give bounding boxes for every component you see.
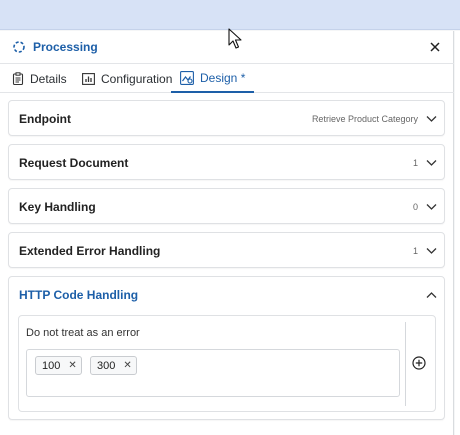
section-request-document: Request Document 1 bbox=[8, 144, 445, 180]
token-300: 300 ✕ bbox=[90, 356, 137, 375]
tab-configuration-label: Configuration bbox=[101, 71, 173, 86]
section-endpoint-header[interactable]: Endpoint Retrieve Product Category bbox=[9, 101, 446, 137]
section-extended-error-handling: Extended Error Handling 1 bbox=[8, 232, 445, 268]
add-circle-icon[interactable] bbox=[412, 356, 426, 370]
tab-design-label: Design * bbox=[200, 70, 246, 85]
mouse-cursor-icon bbox=[228, 28, 242, 49]
panel-header: Processing bbox=[0, 31, 454, 63]
rule-label: Do not treat as an error bbox=[26, 327, 140, 339]
design-icon bbox=[180, 70, 194, 85]
section-title: Extended Error Handling bbox=[19, 244, 161, 258]
token-100: 100 ✕ bbox=[35, 356, 82, 375]
remove-token-icon[interactable]: ✕ bbox=[68, 360, 76, 371]
section-title: Endpoint bbox=[19, 112, 71, 126]
chevron-up-icon[interactable] bbox=[426, 291, 437, 299]
section-extended-error-handling-header[interactable]: Extended Error Handling 1 bbox=[9, 233, 446, 269]
chevron-down-icon[interactable] bbox=[426, 159, 437, 167]
section-request-document-header[interactable]: Request Document 1 bbox=[9, 145, 446, 181]
chevron-down-icon[interactable] bbox=[426, 115, 437, 123]
section-key-handling-header[interactable]: Key Handling 0 bbox=[9, 189, 446, 225]
processing-icon bbox=[13, 41, 25, 53]
token-label: 300 bbox=[97, 359, 116, 372]
section-count: 1 bbox=[412, 158, 418, 168]
section-title: Key Handling bbox=[19, 200, 96, 214]
top-band bbox=[0, 0, 460, 30]
content-area: Endpoint Retrieve Product Category Reque… bbox=[0, 94, 454, 435]
chevron-down-icon[interactable] bbox=[426, 203, 437, 211]
section-title: HTTP Code Handling bbox=[19, 288, 139, 302]
section-endpoint: Endpoint Retrieve Product Category bbox=[8, 100, 445, 136]
tab-details-label: Details bbox=[30, 71, 67, 86]
remove-token-icon[interactable]: ✕ bbox=[123, 360, 131, 371]
section-http-code-handling: HTTP Code Handling Do not treat as an er… bbox=[8, 276, 445, 420]
section-value: Retrieve Product Category bbox=[311, 114, 418, 124]
divider bbox=[405, 322, 406, 406]
tab-bar: Details Configuration Design * bbox=[0, 63, 454, 93]
section-count: 0 bbox=[412, 202, 418, 212]
close-icon[interactable] bbox=[429, 41, 441, 53]
http-code-rule: Do not treat as an error 100 ✕ 300 ✕ bbox=[18, 315, 436, 412]
clipboard-icon bbox=[12, 72, 24, 85]
tab-details[interactable]: Details bbox=[12, 64, 67, 93]
section-count: 1 bbox=[412, 246, 418, 256]
processing-panel: Processing Details Configuration Design … bbox=[0, 31, 454, 435]
bar-chart-icon bbox=[82, 72, 95, 85]
section-key-handling: Key Handling 0 bbox=[8, 188, 445, 224]
right-edge bbox=[455, 31, 460, 435]
section-http-code-handling-header[interactable]: HTTP Code Handling bbox=[9, 277, 446, 313]
tab-configuration[interactable]: Configuration bbox=[82, 64, 172, 93]
chevron-down-icon[interactable] bbox=[426, 247, 437, 255]
http-code-token-input[interactable]: 100 ✕ 300 ✕ bbox=[26, 349, 400, 397]
token-label: 100 bbox=[42, 359, 61, 372]
tab-design[interactable]: Design * bbox=[171, 64, 255, 93]
panel-title: Processing bbox=[33, 40, 98, 54]
section-title: Request Document bbox=[19, 156, 129, 170]
